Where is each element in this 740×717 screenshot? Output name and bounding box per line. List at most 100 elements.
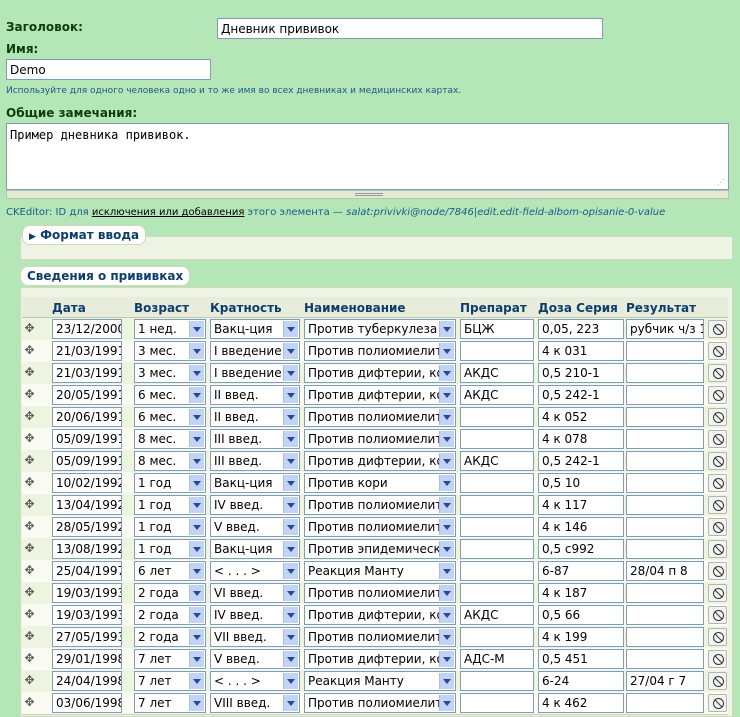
dropdown-arrow-icon[interactable] bbox=[283, 343, 298, 359]
drug-input[interactable]: АКДС bbox=[460, 451, 534, 471]
dropdown-arrow-icon[interactable] bbox=[439, 563, 454, 579]
age-select[interactable]: 1 год bbox=[134, 473, 206, 493]
dose-series-input[interactable]: 0,5 451 bbox=[538, 649, 624, 669]
vaccine-select[interactable]: Против полиомиелита bbox=[304, 693, 456, 713]
age-select[interactable]: 1 год bbox=[134, 495, 206, 515]
title-input[interactable]: Дневник прививок bbox=[217, 18, 603, 39]
dropdown-arrow-icon[interactable] bbox=[283, 695, 298, 711]
vaccine-select[interactable]: Против дифтерии, кок bbox=[304, 385, 456, 405]
dropdown-arrow-icon[interactable] bbox=[283, 585, 298, 601]
format-legend[interactable]: ▶ Формат ввода bbox=[22, 225, 147, 245]
dropdown-arrow-icon[interactable] bbox=[439, 541, 454, 557]
drag-handle-icon[interactable]: ✥ bbox=[23, 630, 36, 643]
remove-row-button[interactable] bbox=[708, 430, 727, 448]
result-input[interactable] bbox=[626, 473, 704, 493]
remove-row-button[interactable] bbox=[708, 496, 727, 514]
vaccine-select[interactable]: Против дифтерии, кок bbox=[304, 649, 456, 669]
drug-input[interactable] bbox=[460, 627, 534, 647]
dropdown-arrow-icon[interactable] bbox=[283, 409, 298, 425]
age-select[interactable]: 1 нед. bbox=[134, 319, 206, 339]
frequency-select[interactable]: IV введ. bbox=[210, 605, 300, 625]
drug-input[interactable] bbox=[460, 583, 534, 603]
dropdown-arrow-icon[interactable] bbox=[439, 387, 454, 403]
drug-input[interactable]: АДС-М bbox=[460, 649, 534, 669]
dropdown-arrow-icon[interactable] bbox=[439, 431, 454, 447]
age-select[interactable]: 8 мес. bbox=[134, 451, 206, 471]
remove-row-button[interactable] bbox=[708, 452, 727, 470]
remove-row-button[interactable] bbox=[708, 408, 727, 426]
drag-handle-icon[interactable]: ✥ bbox=[23, 696, 36, 709]
dose-series-input[interactable]: 4 к 117 bbox=[538, 495, 624, 515]
textarea-grippie[interactable] bbox=[6, 190, 729, 199]
dose-series-input[interactable]: 0,5 66 bbox=[538, 605, 624, 625]
age-select[interactable]: 3 мес. bbox=[134, 363, 206, 383]
dropdown-arrow-icon[interactable] bbox=[283, 629, 298, 645]
drag-handle-icon[interactable]: ✥ bbox=[23, 608, 36, 621]
result-input[interactable] bbox=[626, 341, 704, 361]
dropdown-arrow-icon[interactable] bbox=[439, 365, 454, 381]
drag-handle-icon[interactable]: ✥ bbox=[23, 366, 36, 379]
vaccine-select[interactable]: Против дифтерии, кок bbox=[304, 451, 456, 471]
frequency-select[interactable]: II введ. bbox=[210, 385, 300, 405]
dropdown-arrow-icon[interactable] bbox=[189, 541, 204, 557]
remove-row-button[interactable] bbox=[708, 474, 727, 492]
result-input[interactable] bbox=[626, 583, 704, 603]
drag-handle-icon[interactable]: ✥ bbox=[23, 454, 36, 467]
date-input[interactable]: 25/04/1997 bbox=[52, 561, 122, 581]
dropdown-arrow-icon[interactable] bbox=[283, 651, 298, 667]
age-select[interactable]: 7 лет bbox=[134, 693, 206, 713]
remove-row-button[interactable] bbox=[708, 320, 727, 338]
drag-handle-icon[interactable]: ✥ bbox=[23, 322, 36, 335]
age-select[interactable]: 2 года bbox=[134, 627, 206, 647]
age-select[interactable]: 8 мес. bbox=[134, 429, 206, 449]
frequency-select[interactable]: VI введ. bbox=[210, 583, 300, 603]
date-input[interactable]: 23/12/2000 bbox=[52, 319, 122, 339]
name-input[interactable]: Demo bbox=[6, 59, 211, 80]
remove-row-button[interactable] bbox=[708, 364, 727, 382]
ck-toggle-link[interactable]: исключения или добавления bbox=[92, 207, 245, 218]
age-select[interactable]: 7 лет bbox=[134, 649, 206, 669]
dropdown-arrow-icon[interactable] bbox=[439, 343, 454, 359]
drug-input[interactable] bbox=[460, 429, 534, 449]
dropdown-arrow-icon[interactable] bbox=[189, 607, 204, 623]
vaccine-select[interactable]: Против дифтерии, кок bbox=[304, 605, 456, 625]
vaccine-select[interactable]: Против полиомиелита bbox=[304, 517, 456, 537]
result-input[interactable] bbox=[626, 693, 704, 713]
drag-handle-icon[interactable]: ✥ bbox=[23, 542, 36, 555]
drag-handle-icon[interactable]: ✥ bbox=[23, 476, 36, 489]
remove-row-button[interactable] bbox=[708, 518, 727, 536]
drug-input[interactable]: АКДС bbox=[460, 605, 534, 625]
dropdown-arrow-icon[interactable] bbox=[189, 387, 204, 403]
date-input[interactable]: 03/06/1998 bbox=[52, 693, 122, 713]
frequency-select[interactable]: Вакц-ция bbox=[210, 473, 300, 493]
drug-input[interactable] bbox=[460, 407, 534, 427]
dropdown-arrow-icon[interactable] bbox=[439, 409, 454, 425]
dose-series-input[interactable]: 4 к 146 bbox=[538, 517, 624, 537]
age-select[interactable]: 6 мес. bbox=[134, 385, 206, 405]
drug-input[interactable] bbox=[460, 517, 534, 537]
result-input[interactable] bbox=[626, 385, 704, 405]
date-input[interactable]: 19/03/1993 bbox=[52, 583, 122, 603]
remove-row-button[interactable] bbox=[708, 606, 727, 624]
dose-series-input[interactable]: 0,5 с992 bbox=[538, 539, 624, 559]
frequency-select[interactable]: Вакц-ция bbox=[210, 319, 300, 339]
vaccine-select[interactable]: Против полиомиелита bbox=[304, 407, 456, 427]
result-input[interactable]: 28/04 п 8 bbox=[626, 561, 704, 581]
dropdown-arrow-icon[interactable] bbox=[189, 409, 204, 425]
dose-series-input[interactable]: 4 к 462 bbox=[538, 693, 624, 713]
dropdown-arrow-icon[interactable] bbox=[189, 519, 204, 535]
result-input[interactable]: рубчик ч/з 1. bbox=[626, 319, 704, 339]
dropdown-arrow-icon[interactable] bbox=[283, 453, 298, 469]
dropdown-arrow-icon[interactable] bbox=[283, 387, 298, 403]
dropdown-arrow-icon[interactable] bbox=[439, 651, 454, 667]
vaccine-select[interactable]: Против полиомиелита bbox=[304, 495, 456, 515]
frequency-select[interactable]: < . . . > bbox=[210, 671, 300, 691]
frequency-select[interactable]: I введение bbox=[210, 363, 300, 383]
dropdown-arrow-icon[interactable] bbox=[189, 563, 204, 579]
dropdown-arrow-icon[interactable] bbox=[189, 673, 204, 689]
drug-input[interactable]: АКДС bbox=[460, 385, 534, 405]
result-input[interactable] bbox=[626, 429, 704, 449]
notes-textarea[interactable]: Пример дневника прививок. ⋰ bbox=[6, 123, 729, 190]
result-input[interactable] bbox=[626, 627, 704, 647]
vaccine-select[interactable]: Против эпидемическо bbox=[304, 539, 456, 559]
